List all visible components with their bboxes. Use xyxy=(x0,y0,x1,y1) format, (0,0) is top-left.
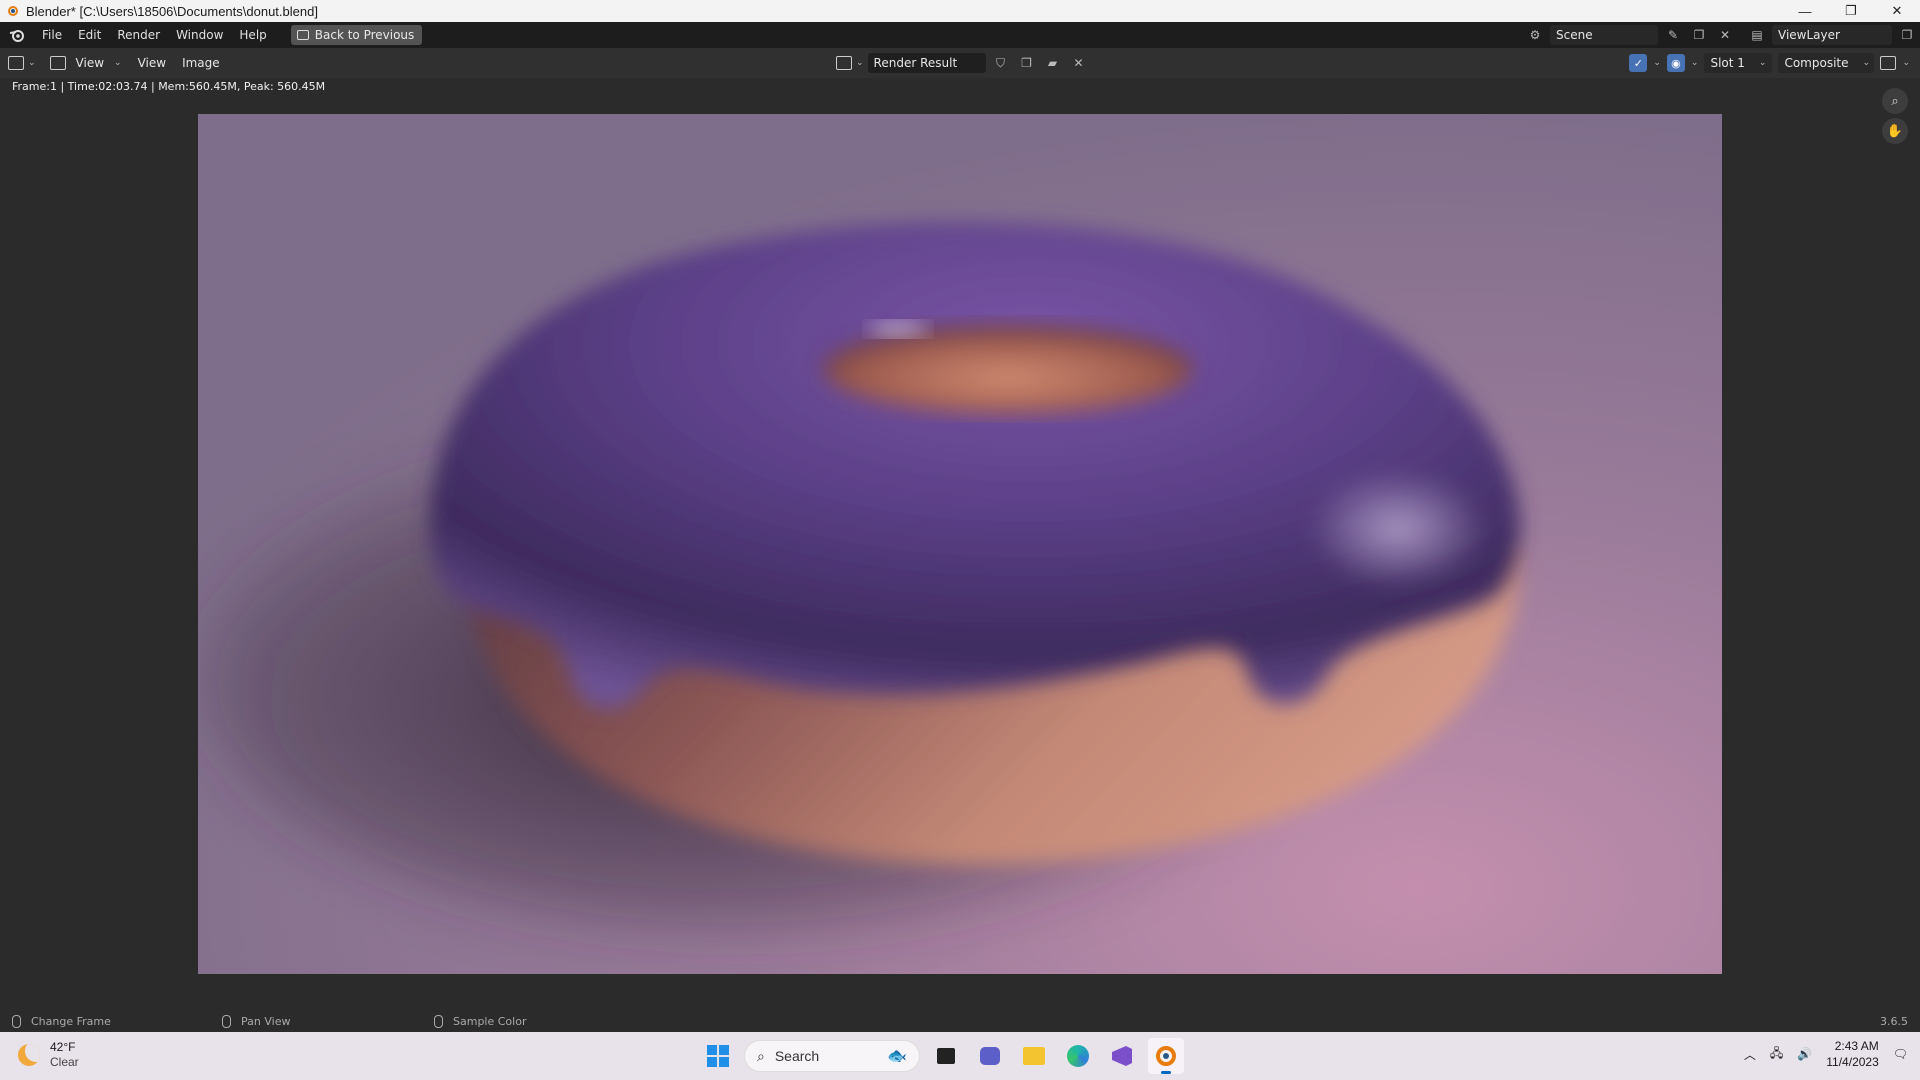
blender-taskbar-icon[interactable] xyxy=(1148,1038,1184,1074)
back-icon xyxy=(296,30,309,40)
view-layer-new-icon[interactable]: ❐ xyxy=(1896,25,1918,45)
blender-version: 3.6.5 xyxy=(1880,1015,1908,1028)
clock-date: 11/4/2023 xyxy=(1826,1055,1879,1069)
fake-user-shield-icon[interactable]: ⛉ xyxy=(990,53,1012,73)
overlay-chevron-icon[interactable]: ⌄ xyxy=(1691,58,1699,68)
view-mode-icon[interactable] xyxy=(49,56,66,70)
menu-window[interactable]: Window xyxy=(168,22,231,48)
notification-icon[interactable]: 🗨 xyxy=(1893,1047,1908,1061)
windows-taskbar: 42°F Clear ⌕ Search 🐟 ︿ 🖧 🔊 2:43 AM 11/4… xyxy=(0,1032,1920,1080)
teams-chat-icon[interactable] xyxy=(972,1038,1008,1074)
status-bar: Change Frame Pan View Sample Color 3.6.5 xyxy=(0,1012,1920,1032)
search-placeholder: Search xyxy=(774,1048,820,1064)
search-icon: ⌕ xyxy=(757,1047,765,1064)
image-name-field[interactable]: Render Result xyxy=(867,53,986,73)
sample-tool-chevron-icon[interactable]: ⌄ xyxy=(1653,58,1661,68)
active-app-indicator xyxy=(1161,1071,1171,1074)
restore-button[interactable]: ❐ xyxy=(1828,0,1874,22)
search-highlight-icon: 🐟 xyxy=(887,1048,907,1065)
render-stats: Frame:1 | Time:02:03.74 | Mem:560.45M, P… xyxy=(12,80,326,93)
unlink-image-icon[interactable]: ✕ xyxy=(1068,53,1090,73)
view-layer-field[interactable]: ViewLayer xyxy=(1772,25,1892,45)
menu-image[interactable]: Image xyxy=(176,56,226,70)
menu-edit[interactable]: Edit xyxy=(70,22,109,48)
visual-studio-icon[interactable] xyxy=(1104,1038,1140,1074)
display-channels-icon[interactable] xyxy=(1880,56,1897,70)
zoom-icon[interactable]: ⌕ xyxy=(1882,88,1908,114)
blender-logo-icon xyxy=(6,4,20,18)
view-layer-browse-icon[interactable]: ▤ xyxy=(1746,25,1768,45)
scene-selector-group: ⚙ Scene ✎ ❐ ✕ ▤ ViewLayer ❐ ✕ xyxy=(1524,25,1920,45)
editor-type-chevron-icon[interactable]: ⌄ xyxy=(28,58,36,68)
display-channels-chevron-icon[interactable]: ⌄ xyxy=(1902,58,1910,68)
image-browse-chevron-icon[interactable]: ⌄ xyxy=(856,58,864,68)
middle-mouse-icon xyxy=(222,1015,231,1028)
weather-condition: Clear xyxy=(50,1055,79,1069)
taskbar-search-box[interactable]: ⌕ Search 🐟 xyxy=(744,1040,920,1072)
close-button[interactable]: ✕ xyxy=(1874,0,1920,22)
window-titlebar: Blender* [C:\Users\18506\Documents\donut… xyxy=(0,0,1920,22)
donut-render xyxy=(198,114,1722,974)
hand-icon[interactable]: ✋ xyxy=(1882,118,1908,144)
status-sample-color: Sample Color xyxy=(434,1015,526,1028)
image-editor-header: ⌄ View ⌄ View Image ⌄ Render Result ⛉ ❐ … xyxy=(0,48,1920,78)
image-viewport[interactable]: Frame:1 | Time:02:03.74 | Mem:560.45M, P… xyxy=(0,78,1920,1012)
left-mouse-icon xyxy=(12,1015,21,1028)
edge-browser-icon[interactable] xyxy=(1060,1038,1096,1074)
scene-browse-icon[interactable]: ⚙ xyxy=(1524,25,1546,45)
sample-tool-icon[interactable]: ✓ xyxy=(1629,54,1648,72)
file-explorer-icon[interactable] xyxy=(1016,1038,1052,1074)
moon-icon xyxy=(18,1043,40,1066)
weather-temperature: 42°F xyxy=(50,1040,76,1054)
scene-remove-icon[interactable]: ✕ xyxy=(1714,25,1736,45)
network-icon[interactable]: 🖧 xyxy=(1770,1044,1783,1065)
overlay-toggle-icon[interactable]: ◉ xyxy=(1666,54,1685,72)
view-mode-chevron-icon: ⌄ xyxy=(114,58,122,68)
render-layer-dropdown[interactable]: Composite ⌄ xyxy=(1778,53,1875,73)
scene-name-field[interactable]: Scene xyxy=(1550,25,1658,45)
show-hidden-icons-chevron-icon[interactable]: ︿ xyxy=(1744,1046,1756,1063)
render-result-image[interactable] xyxy=(198,114,1722,974)
back-to-previous-button[interactable]: Back to Previous xyxy=(290,25,423,45)
top-menu-bar: File Edit Render Window Help Back to Pre… xyxy=(0,22,1920,48)
image-browse-icon[interactable] xyxy=(836,56,852,70)
status-change-frame: Change Frame xyxy=(12,1015,111,1028)
menu-file[interactable]: File xyxy=(34,22,70,48)
right-mouse-icon xyxy=(434,1015,443,1028)
scene-pin-icon[interactable]: ✎ xyxy=(1662,25,1684,45)
slot-dropdown[interactable]: Slot 1 ⌄ xyxy=(1704,53,1773,73)
view-mode-dropdown[interactable]: View xyxy=(70,56,110,70)
new-image-icon[interactable]: ❐ xyxy=(1016,53,1038,73)
open-image-folder-icon[interactable]: ▰ xyxy=(1042,53,1064,73)
system-clock[interactable]: 2:43 AM 11/4/2023 xyxy=(1826,1038,1879,1070)
start-button[interactable] xyxy=(700,1038,736,1074)
back-to-previous-label: Back to Previous xyxy=(314,28,415,42)
menu-help[interactable]: Help xyxy=(231,22,274,48)
window-title: Blender* [C:\Users\18506\Documents\donut… xyxy=(26,3,318,19)
scene-new-icon[interactable]: ❐ xyxy=(1688,25,1710,45)
menu-render[interactable]: Render xyxy=(109,22,168,48)
clock-time: 2:43 AM xyxy=(1834,1039,1879,1053)
windows-logo-icon xyxy=(707,1045,729,1067)
editor-type-icon[interactable] xyxy=(8,56,24,70)
status-pan-view: Pan View xyxy=(222,1015,290,1028)
minimize-button[interactable]: — xyxy=(1782,0,1828,22)
blender-menu-icon[interactable] xyxy=(0,22,34,48)
volume-icon[interactable]: 🔊 xyxy=(1797,1047,1812,1061)
weather-widget[interactable]: 42°F Clear xyxy=(18,1040,79,1069)
menu-view[interactable]: View xyxy=(132,56,172,70)
task-view-icon[interactable] xyxy=(928,1038,964,1074)
